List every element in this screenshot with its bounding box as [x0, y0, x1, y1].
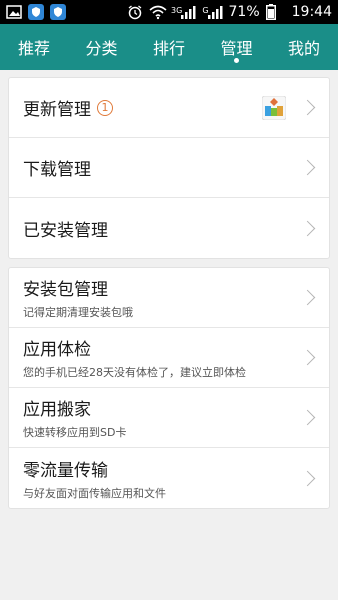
chevron-right-icon	[299, 349, 316, 366]
tab-mine[interactable]: 我的	[278, 24, 330, 70]
status-bar: 3G G 71% 19:44	[0, 0, 338, 24]
signal-3g-group: 3G	[171, 4, 196, 20]
chevron-right-icon	[299, 470, 316, 486]
app-move-text: 应用搬家 快速转移应用到SD卡	[23, 395, 292, 440]
top-tab-bar: 推荐 分类 排行 管理 我的	[0, 24, 338, 70]
status-right: 3G G 71% 19:44	[127, 4, 332, 20]
image-icon	[6, 4, 22, 20]
update-count-badge: 1	[97, 99, 113, 116]
tab-ranking[interactable]: 排行	[143, 24, 195, 70]
app-move-title: 应用搬家	[23, 400, 91, 420]
update-manage-text: 更新管理 1	[23, 95, 262, 120]
apk-manage-title: 安装包管理	[23, 280, 108, 300]
chevron-right-icon	[299, 409, 316, 426]
app-move-row[interactable]: 应用搬家 快速转移应用到SD卡	[9, 388, 329, 448]
installed-manage-row[interactable]: 已安装管理	[9, 198, 329, 258]
tab-category[interactable]: 分类	[75, 24, 127, 70]
chevron-right-icon	[299, 289, 316, 306]
network-3g-label: 3G	[171, 6, 183, 15]
wps-app-icon	[261, 95, 287, 120]
wifi-icon	[149, 4, 167, 20]
app-checkup-subtitle: 您的手机已经28天没有体检了，建议立即体检	[23, 366, 246, 379]
signal-g-icon	[207, 4, 223, 20]
app-checkup-row[interactable]: 应用体检 您的手机已经28天没有体检了，建议立即体检	[9, 328, 329, 388]
zero-data-transfer-row[interactable]: 零流量传输 与好友面对面传输应用和文件	[9, 448, 329, 508]
alarm-icon	[127, 4, 143, 20]
download-manage-text: 下载管理	[23, 155, 292, 180]
update-manage-row[interactable]: 更新管理 1	[9, 78, 329, 138]
manage-card-2: 安装包管理 记得定期清理安装包哦 应用体检 您的手机已经28天没有体检了，建议立…	[8, 267, 330, 509]
apk-manage-subtitle: 记得定期清理安装包哦	[23, 306, 133, 319]
app-checkup-text: 应用体检 您的手机已经28天没有体检了，建议立即体检	[23, 335, 292, 380]
download-manage-row[interactable]: 下载管理	[9, 138, 329, 198]
app-checkup-title: 应用体检	[23, 340, 91, 360]
chevron-right-icon	[299, 159, 316, 176]
installed-manage-text: 已安装管理	[23, 216, 292, 241]
shield-app-icon-2	[50, 4, 66, 20]
status-left	[6, 4, 66, 20]
zero-data-transfer-subtitle: 与好友面对面传输应用和文件	[23, 486, 166, 500]
apk-manage-text: 安装包管理 记得定期清理安装包哦	[23, 275, 292, 320]
shield-app-icon	[28, 4, 44, 20]
signal-g-group: G	[202, 4, 223, 20]
update-manage-title: 更新管理	[23, 100, 91, 120]
update-manage-title-wrap: 更新管理 1	[23, 95, 262, 120]
zero-data-transfer-title: 零流量传输	[23, 460, 108, 481]
network-g-label: G	[202, 6, 209, 15]
chevron-right-icon	[299, 99, 316, 116]
battery-percent: 71%	[228, 4, 260, 20]
download-manage-title: 下载管理	[23, 160, 91, 180]
tab-manage[interactable]: 管理	[210, 24, 262, 70]
clock-time: 19:44	[291, 4, 332, 20]
battery-icon	[265, 4, 282, 20]
installed-manage-title: 已安装管理	[23, 220, 108, 241]
app-move-subtitle: 快速转移应用到SD卡	[23, 426, 127, 439]
manage-card-1: 更新管理 1 下载管理 已安装管理	[8, 77, 330, 259]
signal-3g-icon	[180, 4, 196, 20]
tab-recommend[interactable]: 推荐	[8, 24, 60, 70]
chevron-right-icon	[299, 220, 316, 236]
zero-data-transfer-text: 零流量传输 与好友面对面传输应用和文件	[23, 456, 292, 501]
apk-manage-row[interactable]: 安装包管理 记得定期清理安装包哦	[9, 268, 329, 328]
